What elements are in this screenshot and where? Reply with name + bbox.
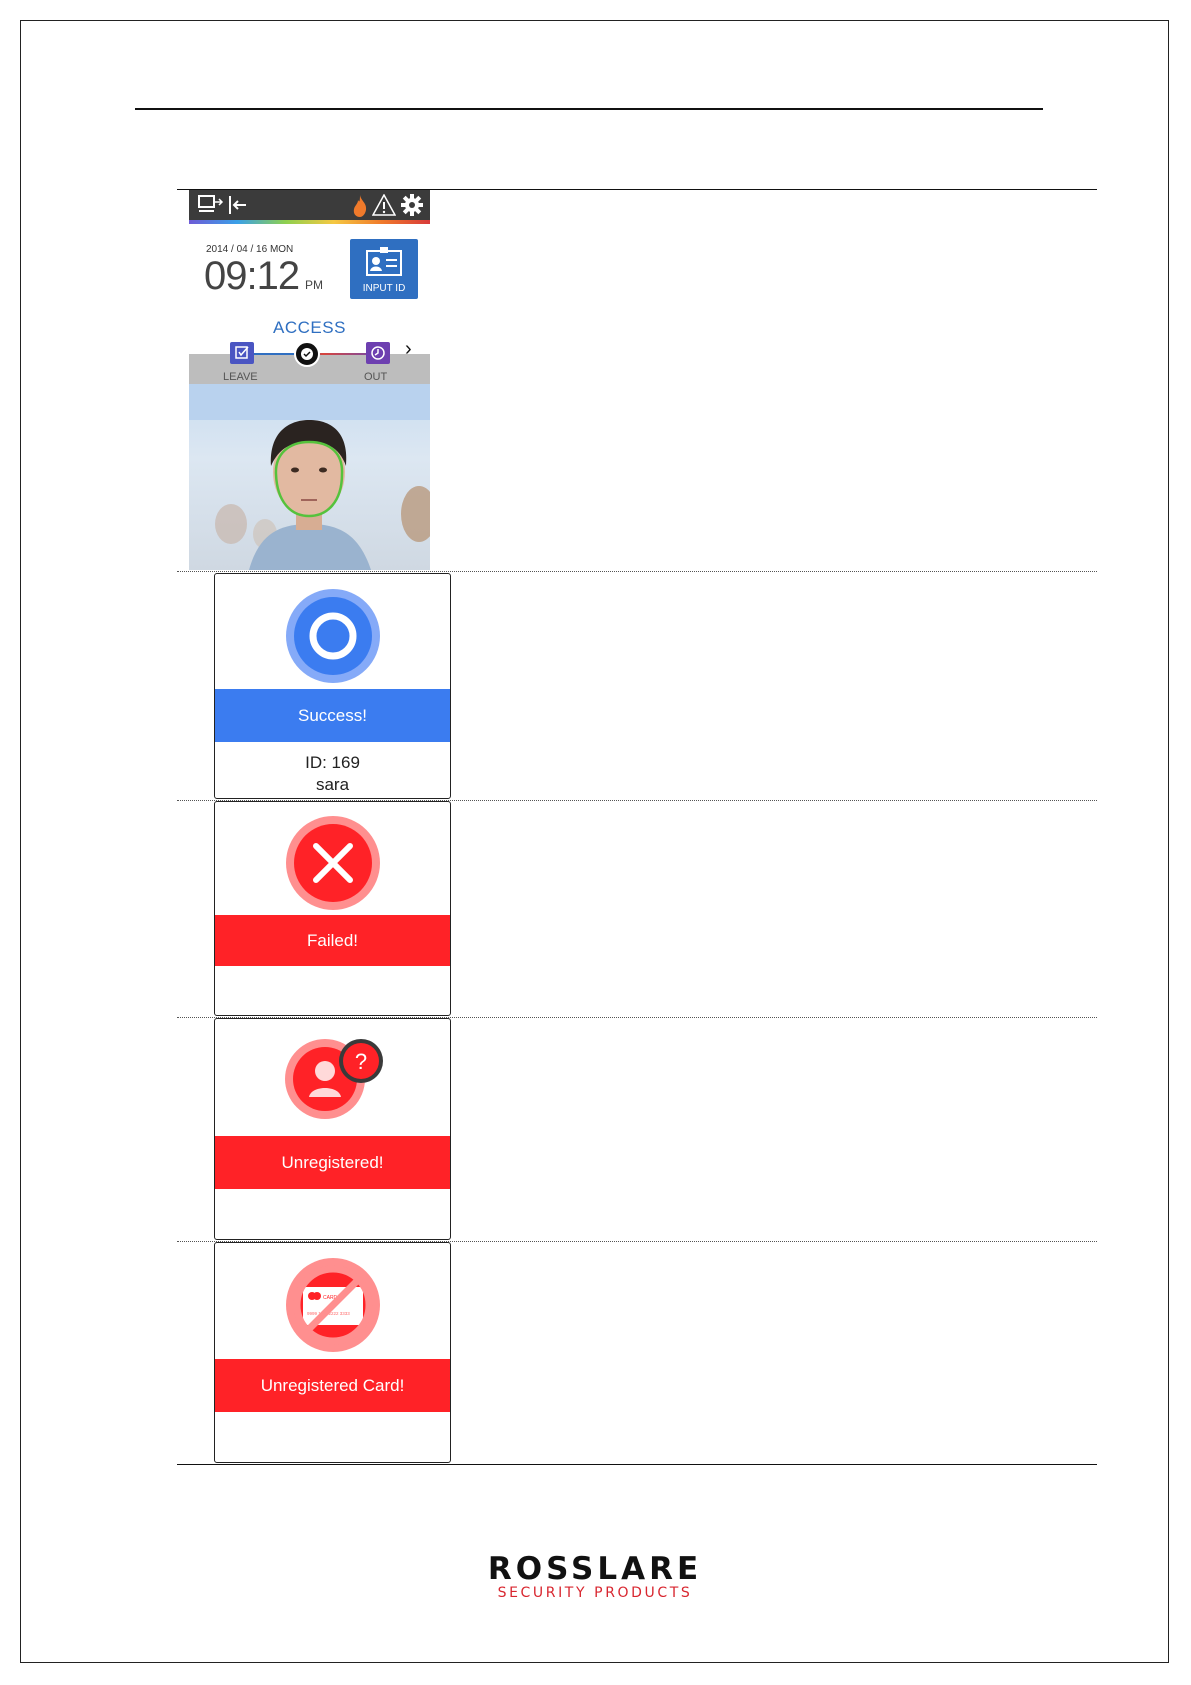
svg-text:?: ?	[355, 1049, 367, 1074]
no-card-icon: CARD 9999 1111 2222 3333	[286, 1258, 380, 1352]
x-fail-icon	[286, 816, 380, 910]
leave-mode-label: LEAVE	[223, 371, 258, 383]
unregistered-card-result-card: CARD 9999 1111 2222 3333 Unregistered Ca…	[214, 1242, 451, 1463]
out-mode-label: OUT	[364, 371, 388, 383]
monitor-arrow-icon[interactable]	[198, 194, 224, 216]
mode-label: ACCESS	[273, 318, 346, 337]
result-status-bar: Failed!	[215, 915, 450, 966]
warning-icon[interactable]	[372, 194, 396, 216]
id-card-icon	[366, 247, 402, 276]
device-status-bar	[189, 190, 430, 220]
result-id: ID: 169	[305, 753, 360, 772]
unknown-user-icon: ?	[285, 1039, 383, 1119]
unregistered-result-card: ? Unregistered!	[214, 1018, 451, 1240]
rosslare-logo: ROSSLARE SECURITY PRODUCTS	[477, 1551, 713, 1601]
device-ampm: PM	[305, 278, 323, 292]
access-mode-icon[interactable]	[294, 341, 320, 367]
logo-sub-text: SECURITY PRODUCTS	[497, 1585, 693, 1601]
logo-main-text: ROSSLARE	[487, 1551, 703, 1587]
header-rule	[135, 108, 1043, 110]
input-id-label: INPUT ID	[362, 283, 406, 294]
gear-icon[interactable]	[401, 194, 423, 216]
chevron-right-icon[interactable]: ›	[405, 338, 412, 361]
device-main-screen: 2014 / 04 / 16 MON 09:12 PM INPUT ID ACC…	[189, 190, 430, 570]
table-bottom-rule	[177, 1464, 1097, 1465]
failed-result-card: Failed!	[214, 801, 451, 1016]
result-status-bar: Success!	[215, 689, 450, 742]
input-id-button[interactable]: INPUT ID	[350, 239, 418, 299]
success-result-card: Success! ID: 169 sara	[214, 573, 451, 799]
leave-mode-icon[interactable]	[230, 342, 254, 364]
exit-arrow-icon[interactable]	[227, 194, 249, 216]
status-stripe	[189, 220, 430, 224]
result-status-bar: Unregistered Card!	[215, 1359, 450, 1412]
row-separator	[177, 571, 1097, 572]
device-time: 09:12	[204, 254, 300, 298]
fire-icon[interactable]	[351, 194, 369, 218]
result-status-bar: Unregistered!	[215, 1136, 450, 1189]
result-name: sara	[315, 775, 350, 794]
camera-preview	[189, 384, 430, 570]
out-mode-icon[interactable]	[366, 342, 390, 364]
circle-success-icon	[286, 589, 380, 683]
